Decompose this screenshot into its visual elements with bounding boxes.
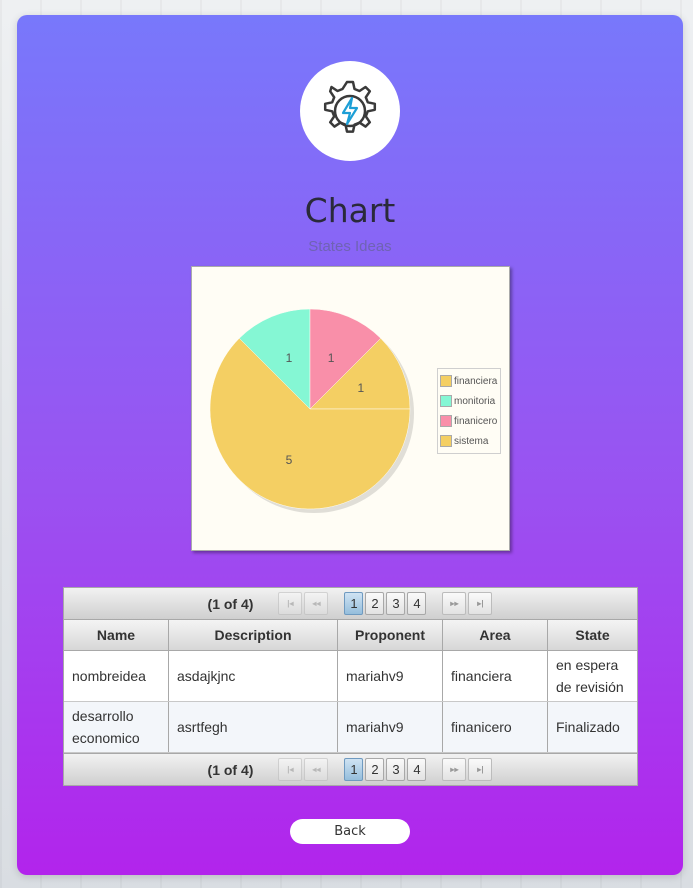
column-header-description[interactable]: Description	[168, 620, 338, 651]
next-page-button[interactable]: ▸▸	[442, 592, 467, 615]
back-button[interactable]: Back	[290, 819, 410, 844]
cell-area: finanicero	[442, 701, 548, 753]
page-title: Chart	[304, 191, 396, 230]
page-3-button[interactable]: 3	[386, 758, 406, 781]
cell-state: en espera de revisión	[547, 650, 637, 702]
pie-chart: 1 1 1 5 financiera monitoria finanicero sistem…	[191, 266, 510, 551]
cell-state: Finalizado	[547, 701, 637, 753]
logo	[300, 61, 400, 161]
page-2-button[interactable]: 2	[365, 758, 385, 781]
legend-swatch	[440, 395, 452, 407]
page-4-button[interactable]: 4	[407, 758, 427, 781]
column-header-state[interactable]: State	[547, 620, 637, 651]
pie-label-finanicero: 1	[328, 351, 335, 365]
cell-name: nombreidea	[64, 650, 169, 702]
cell-area: financiera	[442, 650, 548, 702]
legend-item-monitoria: monitoria	[440, 391, 500, 411]
column-header-area[interactable]: Area	[442, 620, 548, 651]
pie-label-monitoria: 1	[286, 351, 293, 365]
page-2-button[interactable]: 2	[365, 592, 385, 615]
pie-label-sistema: 5	[286, 453, 293, 467]
table-row[interactable]: desarrollo economico asrtfegh mariahv9 f…	[64, 701, 637, 753]
data-table: Name Description Proponent Area State no…	[64, 620, 637, 753]
page-report: (1 of 4)	[207, 595, 254, 612]
prev-page-button[interactable]: ◂◂	[304, 592, 329, 615]
legend-label: sistema	[454, 435, 489, 447]
page-report: (1 of 4)	[207, 761, 254, 778]
column-header-name[interactable]: Name	[64, 620, 169, 651]
chart-subtitle: States Ideas	[308, 238, 392, 255]
ideas-table: (1 of 4) |◂ ◂◂ 1 2 3 4 ▸▸ ▸| Name Descri…	[63, 587, 638, 786]
page-1-button[interactable]: 1	[344, 592, 364, 615]
cell-description: asdajkjnc	[168, 650, 338, 702]
next-page-button[interactable]: ▸▸	[442, 758, 467, 781]
legend-item-sistema: sistema	[440, 431, 500, 451]
legend-swatch	[440, 375, 452, 387]
paginator-top: (1 of 4) |◂ ◂◂ 1 2 3 4 ▸▸ ▸|	[64, 588, 637, 620]
legend-swatch	[440, 435, 452, 447]
table-row[interactable]: nombreidea asdajkjnc mariahv9 financiera…	[64, 650, 637, 702]
page-3-button[interactable]: 3	[386, 592, 406, 615]
column-header-proponent[interactable]: Proponent	[337, 620, 443, 651]
chart-card: Chart States Ideas 1 1 1 5 financiera monito…	[17, 15, 683, 875]
last-page-button[interactable]: ▸|	[468, 592, 493, 615]
first-page-button[interactable]: |◂	[278, 592, 303, 615]
legend-label: monitoria	[454, 395, 496, 407]
legend-swatch	[440, 415, 452, 427]
cell-proponent: mariahv9	[337, 701, 443, 753]
cell-name: desarrollo economico	[64, 701, 169, 753]
legend-item-financiera: financiera	[440, 371, 500, 391]
legend-label: financiera	[454, 375, 498, 387]
paginator-bottom: (1 of 4) |◂ ◂◂ 1 2 3 4 ▸▸ ▸|	[64, 753, 637, 785]
last-page-button[interactable]: ▸|	[468, 758, 493, 781]
gear-bolt-icon	[323, 80, 377, 133]
first-page-button[interactable]: |◂	[278, 758, 303, 781]
page-1-button[interactable]: 1	[344, 758, 364, 781]
legend-label: finanicero	[454, 415, 498, 427]
page-4-button[interactable]: 4	[407, 592, 427, 615]
prev-page-button[interactable]: ◂◂	[304, 758, 329, 781]
cell-proponent: mariahv9	[337, 650, 443, 702]
chart-legend: financiera monitoria finanicero sistema	[437, 368, 501, 454]
pie-label-financiera: 1	[357, 381, 364, 395]
cell-description: asrtfegh	[168, 701, 338, 753]
legend-item-finanicero: finanicero	[440, 411, 500, 431]
